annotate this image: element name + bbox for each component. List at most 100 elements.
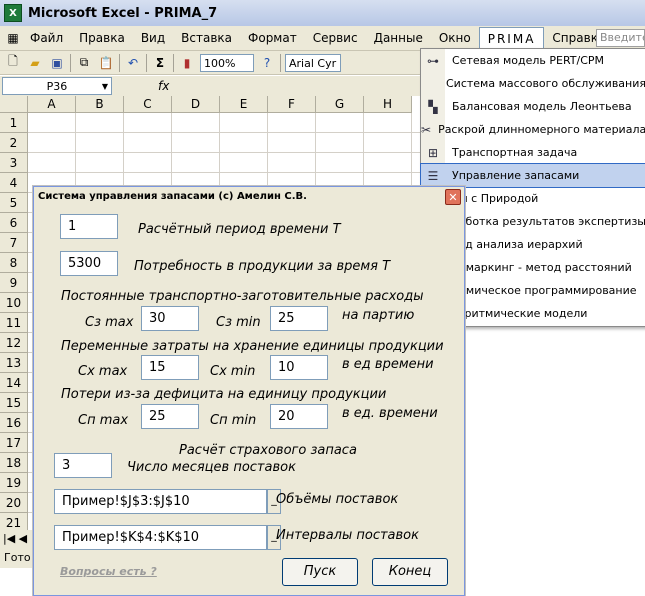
toolbar-separator [173, 53, 174, 72]
network-icon: ⊶ [427, 53, 439, 68]
menu-tools[interactable]: Сервис [305, 27, 366, 49]
column-header[interactable]: H [364, 96, 412, 113]
column-header[interactable]: G [316, 96, 364, 113]
gridline [28, 132, 420, 133]
menu-item-label: Управление запасами [452, 169, 580, 182]
row-header[interactable]: 15 [0, 393, 28, 413]
copy-icon[interactable]: ⧉ [75, 54, 93, 72]
row-header[interactable]: 13 [0, 353, 28, 373]
chevron-down-icon[interactable]: ▼ [102, 78, 108, 96]
menu-prima[interactable]: PRIMA [478, 26, 545, 50]
cp-min-field[interactable]: 20 [270, 404, 328, 429]
save-icon[interactable]: ▣ [48, 54, 66, 72]
row-header[interactable]: 19 [0, 473, 28, 493]
menu-item-leontief[interactable]: ▚ Балансовая модель Леонтьева [421, 95, 645, 118]
scissors-icon: ✂ [421, 122, 432, 137]
menu-item-label: Система массового обслуживания [445, 77, 645, 90]
column-header[interactable]: F [268, 96, 316, 113]
months-label: Число месяцев поставок [127, 460, 296, 475]
menu-item-transport[interactable]: ⊞ Транспортная задача [421, 141, 645, 164]
menu-item-label: работка результатов экспертизы [451, 215, 645, 228]
row-header[interactable]: 1 [0, 113, 28, 133]
cx-max-field[interactable]: 15 [141, 355, 199, 380]
close-icon[interactable]: ✕ [445, 189, 461, 205]
new-document-icon[interactable]: 🗋 [4, 54, 22, 72]
row-header[interactable]: 7 [0, 233, 28, 253]
cp-unit-label: в ед. времени [342, 406, 438, 421]
paste-icon[interactable]: 📋 [97, 54, 115, 72]
row-header[interactable]: 4 [0, 173, 28, 193]
run-button[interactable]: Пуск [282, 558, 358, 586]
window-title: Microsoft Excel - PRIMA_7 [28, 5, 218, 21]
zoom-select[interactable]: 100% [200, 53, 254, 72]
row-header[interactable]: 6 [0, 213, 28, 233]
formula-bar: P36 ▼ fx [0, 76, 420, 96]
column-header[interactable]: D [172, 96, 220, 113]
help-icon[interactable]: ? [258, 54, 276, 72]
cp-max-field[interactable]: 25 [141, 404, 199, 429]
dialog-title: Система управления запасами (с) Амелин С… [34, 187, 464, 207]
row-header[interactable]: 11 [0, 313, 28, 333]
column-header[interactable]: E [220, 96, 268, 113]
name-box[interactable]: P36 ▼ [2, 77, 112, 95]
transport-icon: ⊞ [427, 145, 439, 160]
row-header[interactable]: 16 [0, 413, 28, 433]
menu-item-pert[interactable]: ⊶ Сетевая модель PERT/CPM [421, 49, 645, 72]
menu-insert[interactable]: Вставка [173, 27, 240, 49]
row-header[interactable]: 5 [0, 193, 28, 213]
cx-min-field[interactable]: 10 [270, 355, 328, 380]
help-link[interactable]: Вопросы есть ? [60, 565, 157, 578]
cs-max-field[interactable]: 30 [141, 306, 199, 331]
menu-format[interactable]: Формат [240, 27, 305, 49]
row-header[interactable]: 10 [0, 293, 28, 313]
cs-min-label: Сз min [216, 315, 261, 330]
font-select[interactable]: Arial Cyr [285, 53, 341, 72]
period-label: Расчётный период времени T [138, 222, 341, 237]
row-header[interactable]: 3 [0, 153, 28, 173]
balance-icon: ▚ [428, 99, 438, 114]
cx-min-label: Сх min [210, 364, 256, 379]
row-header[interactable]: 12 [0, 333, 28, 353]
menu-window[interactable]: Окно [431, 27, 479, 49]
menu-item-label: горитмические модели [452, 307, 588, 320]
volumes-range-field[interactable]: Пример!$J$3:$J$10 [54, 489, 267, 514]
row-header[interactable]: 17 [0, 433, 28, 453]
inventory-icon: ☰ [427, 168, 439, 183]
end-button[interactable]: Конец [372, 558, 448, 586]
toolbar-separator [146, 53, 147, 72]
menu-item-cutting[interactable]: ✂ Раскрой длинномерного материала [421, 118, 645, 141]
menu-edit[interactable]: Правка [71, 27, 133, 49]
row-header[interactable]: 8 [0, 253, 28, 273]
intervals-range-field[interactable]: Пример!$K$4:$K$10 [54, 525, 267, 550]
menu-item-queue[interactable]: Система массового обслуживания [421, 72, 645, 95]
select-all-corner[interactable] [0, 96, 28, 113]
cs-min-field[interactable]: 25 [270, 306, 328, 331]
chart-wizard-icon[interactable]: ▮ [178, 54, 196, 72]
column-header[interactable]: C [124, 96, 172, 113]
menu-data[interactable]: Данные [366, 27, 431, 49]
column-header[interactable]: A [28, 96, 76, 113]
undo-icon[interactable]: ↶ [124, 54, 142, 72]
period-field[interactable]: 1 [60, 214, 118, 239]
autosum-icon[interactable]: Σ [151, 54, 169, 72]
toolbar-separator [119, 53, 120, 72]
months-field[interactable]: 3 [54, 453, 112, 478]
standard-toolbar: 🗋 ▰ ▣ ⧉ 📋 ↶ Σ ▮ 100% ? Arial Cyr [0, 51, 420, 75]
column-header[interactable]: B [76, 96, 124, 113]
function-icon[interactable]: fx [158, 79, 169, 93]
open-folder-icon[interactable]: ▰ [26, 54, 44, 72]
menu-file[interactable]: Файл [22, 27, 71, 49]
gridline [28, 152, 420, 153]
help-search-input[interactable]: Введите [596, 29, 645, 47]
row-header[interactable]: 2 [0, 133, 28, 153]
demand-field[interactable]: 5300 [60, 251, 118, 276]
row-header[interactable]: 18 [0, 453, 28, 473]
menu-view[interactable]: Вид [133, 27, 173, 49]
cp-max-label: Сп max [78, 413, 129, 428]
workbook-icon[interactable]: ▦ [4, 29, 22, 47]
menu-item-inventory[interactable]: ☰ Управление запасами [420, 163, 645, 188]
cx-unit-label: в ед времени [342, 357, 434, 372]
row-header[interactable]: 14 [0, 373, 28, 393]
row-header[interactable]: 20 [0, 493, 28, 513]
row-header[interactable]: 9 [0, 273, 28, 293]
